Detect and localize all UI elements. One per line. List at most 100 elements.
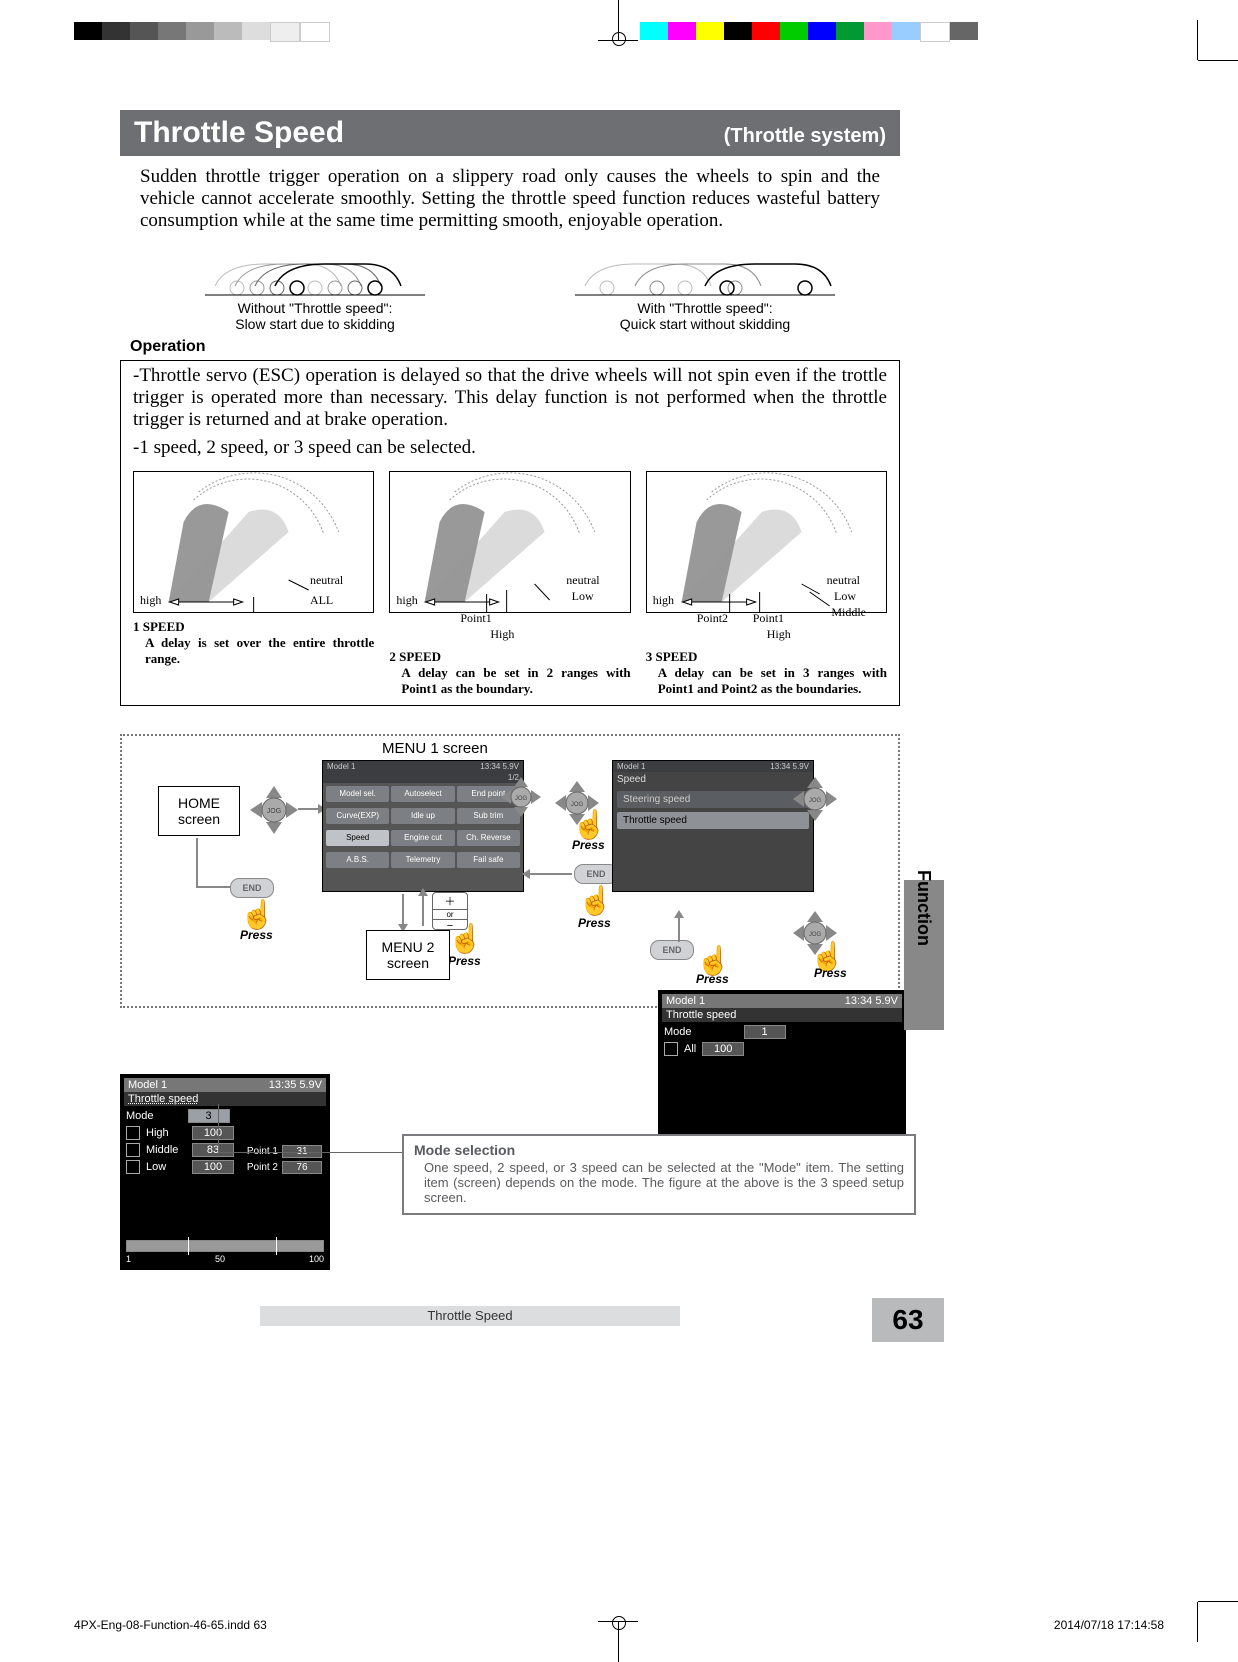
with-label1: With "Throttle speed":: [545, 300, 865, 316]
print-colorbar-left: [74, 22, 330, 42]
screen-title: Throttle speed: [662, 1008, 902, 1022]
svg-text:JOG: JOG: [267, 808, 281, 815]
menu-item[interactable]: Idle up: [391, 808, 454, 824]
screen-head-time: 13:35 5.9V: [269, 1079, 322, 1091]
section-title-bar: Throttle Speed (Throttle system): [120, 110, 900, 156]
mode-value[interactable]: 3: [188, 1109, 230, 1123]
speed1-title: 1 SPEED: [133, 619, 374, 635]
point-name: Point 2: [247, 1162, 278, 1173]
list-head-model: Model 1: [617, 762, 645, 771]
menu-item[interactable]: A.B.S.: [326, 852, 389, 868]
without-label1: Without "Throttle speed":: [155, 300, 475, 316]
press-label: Press: [578, 916, 611, 930]
without-label2: Slow start due to skidding: [155, 316, 475, 332]
row-name: High: [146, 1127, 186, 1139]
menu1-screenshot: Model 1 13:34 5.9V 1/2 Model sel. Autose…: [322, 760, 524, 892]
row-value[interactable]: 83: [192, 1143, 234, 1157]
throttle-speed-mode3-screen: Model 1 13:35 5.9V Throttle speed Mode 3…: [120, 1074, 330, 1270]
speed-mode-2: high neutral Low Point1 High 2 SPEED A d…: [389, 471, 630, 697]
high-label: high: [653, 593, 674, 608]
callout-title: Mode selection: [414, 1142, 904, 1158]
screen-head-time: 13:34 5.9V: [845, 995, 898, 1007]
checkbox-icon[interactable]: [126, 1160, 140, 1174]
print-file-info: 4PX-Eng-08-Function-46-65.indd 63: [74, 1618, 267, 1632]
checkbox-icon[interactable]: [664, 1042, 678, 1056]
svg-text:JOG: JOG: [809, 798, 822, 804]
row-value[interactable]: 100: [192, 1160, 234, 1174]
crop-target: [612, 1616, 626, 1630]
operation-text2: -1 speed, 2 speed, or 3 speed can be sel…: [133, 437, 887, 459]
high-label: high: [140, 593, 161, 608]
all-label: ALL: [310, 593, 333, 608]
page-number-text: 63: [892, 1304, 923, 1336]
plus-label: ＋: [433, 893, 467, 909]
speed1-diagram: high neutral ALL: [133, 471, 374, 613]
row-value[interactable]: 100: [702, 1042, 744, 1056]
point2-label: Point2: [697, 611, 728, 626]
speed-mode-1: high neutral ALL 1 SPEED A delay is set …: [133, 471, 374, 697]
low-label: Low: [834, 589, 856, 604]
menu-head-model: Model 1: [327, 762, 355, 771]
menu-item[interactable]: Ch. Reverse: [457, 830, 520, 846]
or-label: or: [433, 909, 467, 920]
print-colorbar-right: [640, 22, 978, 42]
with-label2: Quick start without skidding: [545, 316, 865, 332]
neutral-label: neutral: [827, 573, 860, 588]
scale-tick: 100: [309, 1254, 324, 1264]
svg-text:JOG: JOG: [515, 796, 528, 802]
speed2-title: 2 SPEED: [389, 649, 630, 665]
section-title: Throttle Speed: [134, 116, 344, 150]
menu-item[interactable]: Autoselect: [391, 786, 454, 802]
press-label: Press: [814, 966, 847, 980]
menu2-label: MENU 2 screen: [367, 939, 449, 971]
point1-label: Point1: [460, 611, 491, 626]
row-name: All: [684, 1043, 696, 1055]
footer-title: Throttle Speed: [260, 1306, 680, 1326]
intro-paragraph: Sudden throttle trigger operation on a s…: [140, 166, 880, 232]
list-item-selected[interactable]: Throttle speed: [617, 812, 809, 829]
row-value[interactable]: 100: [192, 1126, 234, 1140]
high-sub-label: High: [490, 627, 514, 642]
row-name: Low: [146, 1161, 186, 1173]
hand-icon: ☝: [578, 884, 613, 917]
speed2-diagram: high neutral Low Point1 High: [389, 471, 630, 613]
end-button[interactable]: END: [650, 940, 694, 960]
mid-label: Middle: [831, 605, 866, 620]
page-number: 63: [872, 1298, 944, 1342]
checkbox-icon[interactable]: [126, 1143, 140, 1157]
menu-item[interactable]: Telemetry: [391, 852, 454, 868]
menu-item[interactable]: Fail safe: [457, 852, 520, 868]
list-head-time: 13:34 5.9V: [770, 762, 809, 771]
page-content: Throttle Speed (Throttle system) Sudden …: [120, 110, 900, 1318]
operation-heading: Operation: [130, 338, 900, 356]
screen-head-model: Model 1: [128, 1079, 167, 1091]
list-item[interactable]: Steering speed: [617, 791, 809, 808]
menu-item[interactable]: Curve(EXP): [326, 808, 389, 824]
press-label: Press: [448, 954, 481, 968]
mode-value[interactable]: 1: [744, 1025, 786, 1039]
jog-dial-icon: JOG: [248, 784, 300, 836]
scale-bar: 1 50 100: [126, 1240, 324, 1264]
mode-selection-callout: Mode selection One speed, 2 speed, or 3 …: [402, 1134, 916, 1215]
speed-mode-3: high neutral Low Middle Point2 Point1 Hi…: [646, 471, 887, 697]
press-label: Press: [572, 838, 605, 852]
menu2-screen-box: MENU 2 screen: [366, 930, 450, 980]
menu-item-selected[interactable]: Speed: [326, 830, 389, 846]
menu-item[interactable]: Model sel.: [326, 786, 389, 802]
high-label: high: [396, 593, 417, 608]
speed3-desc: A delay can be set in 3 ranges with Poin…: [646, 665, 887, 697]
crop-target: [612, 32, 626, 46]
print-date-info: 2014/07/18 17:14:58: [1054, 1618, 1164, 1632]
scale-tick: 1: [126, 1254, 131, 1264]
car-comparison-row: Without "Throttle speed": Slow start due…: [120, 250, 900, 332]
low-label: Low: [572, 589, 594, 604]
operation-text1: -Throttle servo (ESC) operation is delay…: [133, 365, 887, 431]
point-value[interactable]: 76: [282, 1161, 322, 1174]
hand-icon: ☝: [448, 922, 483, 955]
neutral-label: neutral: [310, 573, 343, 588]
home-label: HOME screen: [159, 795, 239, 827]
hand-icon: ☝: [240, 898, 275, 931]
menu-item[interactable]: Engine cut: [391, 830, 454, 846]
checkbox-icon[interactable]: [126, 1126, 140, 1140]
end-button[interactable]: END: [230, 878, 274, 898]
